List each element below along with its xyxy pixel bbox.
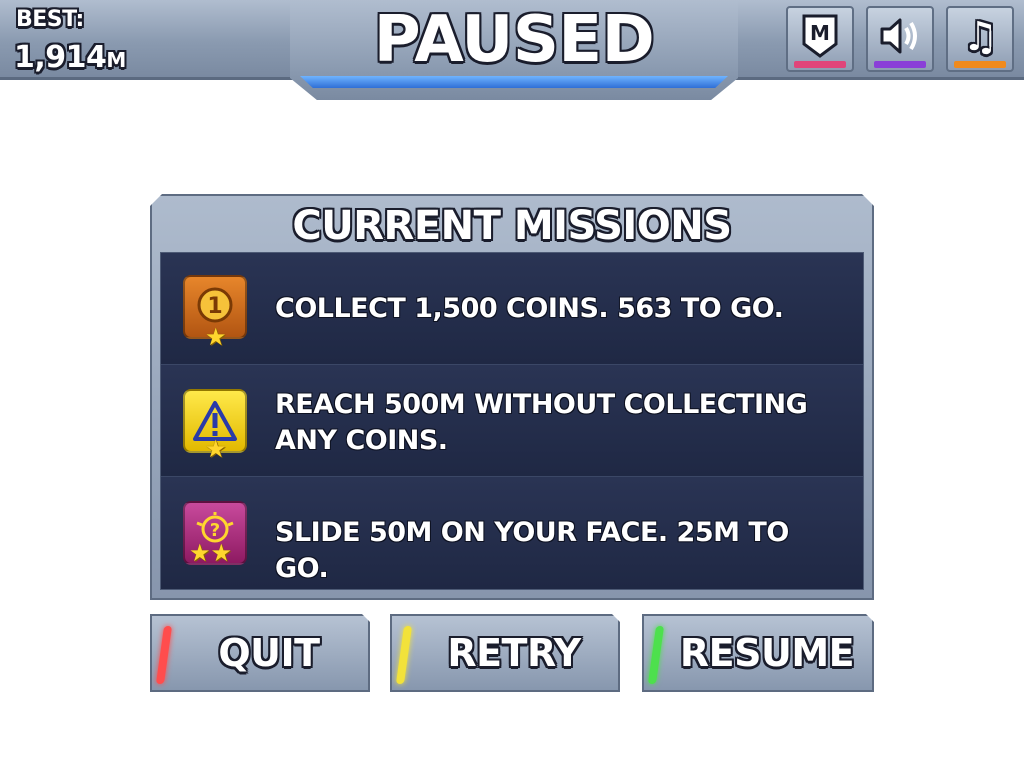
mission-star-rating: ★ xyxy=(205,323,227,351)
mission-row: ? ★★ SLIDE 50M ON YOUR FACE. 25M TO GO. xyxy=(161,477,863,589)
quit-button[interactable]: QUIT xyxy=(150,614,370,692)
page-title: PAUSED xyxy=(373,3,655,77)
music-button-glow xyxy=(954,61,1006,68)
sound-button-glow xyxy=(874,61,926,68)
missions-title: CURRENT MISSIONS xyxy=(292,203,732,249)
mission-text: REACH 500M WITHOUT COLLECTING ANY COINS. xyxy=(275,389,808,456)
missions-badge-icon: M xyxy=(800,14,840,62)
resume-label: RESUME xyxy=(679,631,855,675)
retry-button[interactable]: RETRY xyxy=(390,614,620,692)
svg-text:?: ? xyxy=(210,520,220,541)
music-note-icon: ♫ xyxy=(962,14,998,60)
missions-list: 1 ★ COLLECT 1,500 COINS. 563 TO GO. ★ RE… xyxy=(160,252,864,590)
speaker-icon xyxy=(878,14,922,62)
mission-text: SLIDE 50M ON YOUR FACE. 25M TO GO. xyxy=(275,517,789,584)
resume-button[interactable]: RESUME xyxy=(642,614,874,692)
music-button[interactable]: ♫ xyxy=(946,6,1014,72)
mission-star-rating: ★★ xyxy=(189,539,233,567)
mission-row: 1 ★ COLLECT 1,500 COINS. 563 TO GO. xyxy=(161,253,863,365)
svg-text:1: 1 xyxy=(207,294,222,319)
missions-button-glow xyxy=(794,61,846,68)
sound-button[interactable] xyxy=(866,6,934,72)
best-unit: M xyxy=(106,48,126,72)
mission-text: COLLECT 1,500 COINS. 563 TO GO. xyxy=(275,293,784,324)
missions-badge-glyph: M xyxy=(810,21,830,45)
best-value: 1,914 xyxy=(14,40,107,75)
best-label: BEST: xyxy=(16,7,84,32)
missions-button[interactable]: M xyxy=(786,6,854,72)
retry-label: RETRY xyxy=(447,631,581,675)
mission-row: ★ REACH 500M WITHOUT COLLECTING ANY COIN… xyxy=(161,365,863,477)
quit-label: QUIT xyxy=(218,631,320,675)
mission-star-rating: ★ xyxy=(205,435,227,463)
best-distance: 1,914M xyxy=(14,40,126,75)
